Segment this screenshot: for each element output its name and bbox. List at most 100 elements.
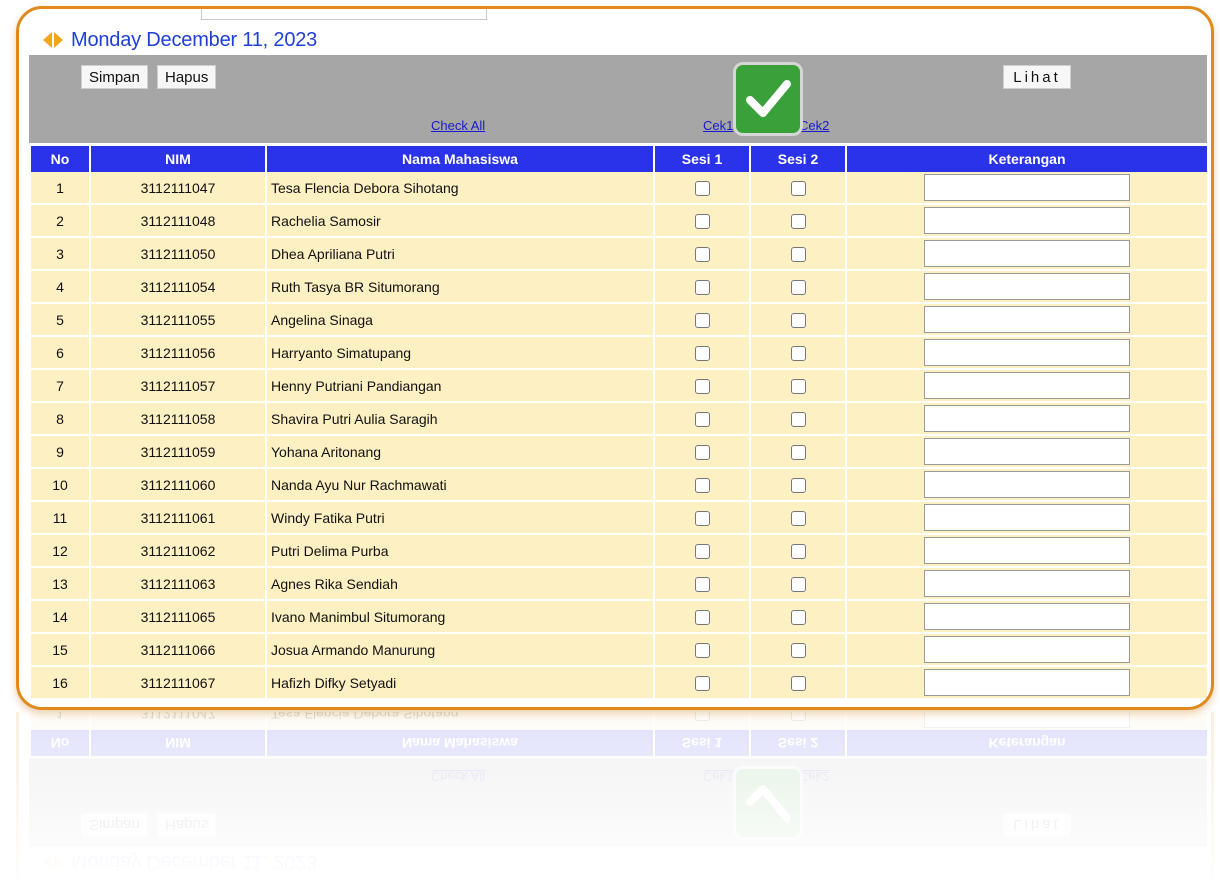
cell-sesi2 (751, 403, 845, 436)
keterangan-input[interactable] (924, 438, 1130, 465)
sesi1-checkbox[interactable] (694, 477, 710, 493)
cell-nim: 3112111050 (91, 238, 265, 271)
sesi2-checkbox[interactable] (790, 510, 806, 526)
sesi2-checkbox[interactable] (790, 543, 806, 559)
sesi2-checkbox[interactable] (790, 378, 806, 394)
cell-no: 16 (31, 667, 89, 700)
table-row: 14 3112111065 Ivano Manimbul Situmorang (31, 601, 1207, 634)
cell-nama: Shavira Putri Aulia Saragih (267, 403, 653, 436)
sesi2-checkbox[interactable] (790, 246, 806, 262)
cell-keterangan (847, 403, 1207, 436)
keterangan-input[interactable] (924, 405, 1130, 432)
cell-no: 14 (31, 601, 89, 634)
cell-sesi2 (751, 502, 845, 535)
keterangan-input[interactable] (924, 240, 1130, 267)
sesi1-checkbox[interactable] (694, 345, 710, 361)
next-arrow-icon[interactable] (54, 32, 63, 48)
keterangan-input[interactable] (924, 537, 1130, 564)
cell-nim: 3112111060 (91, 469, 265, 502)
keterangan-input[interactable] (924, 273, 1130, 300)
sesi1-checkbox[interactable] (694, 675, 710, 691)
table-row: 1 3112111047 Tesa Flencia Debora Sihotang (31, 172, 1207, 205)
sesi2-checkbox[interactable] (790, 576, 806, 592)
simpan-button[interactable]: Simpan (81, 65, 148, 89)
keterangan-input[interactable] (924, 339, 1130, 366)
hapus-button[interactable]: Hapus (157, 65, 217, 89)
sesi1-checkbox[interactable] (694, 246, 710, 262)
cell-nim: 3112111047 (91, 172, 265, 205)
prev-arrow-icon[interactable] (43, 32, 52, 48)
top-input[interactable] (201, 9, 487, 20)
cell-nim: 3112111061 (91, 502, 265, 535)
sesi2-checkbox[interactable] (790, 411, 806, 427)
sesi1-checkbox[interactable] (694, 510, 710, 526)
cell-sesi1 (655, 271, 749, 304)
cell-no: 13 (31, 568, 89, 601)
keterangan-input[interactable] (924, 372, 1130, 399)
sesi2-checkbox[interactable] (790, 180, 806, 196)
keterangan-input[interactable] (924, 174, 1130, 201)
sesi1-checkbox[interactable] (694, 180, 710, 196)
sesi2-checkbox[interactable] (790, 642, 806, 658)
cell-sesi2 (751, 535, 845, 568)
sesi1-checkbox[interactable] (694, 411, 710, 427)
cell-nim: 3112111055 (91, 304, 265, 337)
cell-keterangan (847, 205, 1207, 238)
check-all-link[interactable]: Check All (431, 118, 485, 133)
cell-no: 15 (31, 634, 89, 667)
cell-nim: 3112111057 (91, 370, 265, 403)
cell-nama: Hafizh Difky Setyadi (267, 667, 653, 700)
sesi1-checkbox[interactable] (694, 279, 710, 295)
cek2-link[interactable]: Cek2 (799, 118, 829, 133)
attendance-table: No NIM Nama Mahasiswa Sesi 1 Sesi 2 Kete… (29, 146, 1209, 700)
sesi1-checkbox[interactable] (694, 576, 710, 592)
sesi1-checkbox[interactable] (694, 213, 710, 229)
cell-sesi1 (655, 667, 749, 700)
col-keterangan: Keterangan (847, 146, 1207, 172)
nav-arrows-icon[interactable] (43, 32, 63, 48)
cell-keterangan (847, 634, 1207, 667)
cell-sesi1 (655, 403, 749, 436)
reflection-fade (16, 712, 1214, 896)
cell-sesi1 (655, 601, 749, 634)
col-nim: NIM (91, 146, 265, 172)
sesi2-checkbox[interactable] (790, 213, 806, 229)
sesi2-checkbox[interactable] (790, 345, 806, 361)
sesi1-checkbox[interactable] (694, 642, 710, 658)
keterangan-input[interactable] (924, 207, 1130, 234)
sesi1-checkbox[interactable] (694, 312, 710, 328)
attendance-panel: Monday December 11, 2023 Simpan Hapus Li… (16, 6, 1214, 710)
cell-no: 1 (31, 172, 89, 205)
cell-sesi1 (655, 469, 749, 502)
cek1-link[interactable]: Cek1 (703, 118, 733, 133)
keterangan-input[interactable] (924, 306, 1130, 333)
col-nama: Nama Mahasiswa (267, 146, 653, 172)
sesi2-checkbox[interactable] (790, 444, 806, 460)
keterangan-input[interactable] (924, 669, 1130, 696)
sesi1-checkbox[interactable] (694, 543, 710, 559)
cell-sesi2 (751, 172, 845, 205)
cell-nama: Ruth Tasya BR Situmorang (267, 271, 653, 304)
sesi2-checkbox[interactable] (790, 477, 806, 493)
sesi2-checkbox[interactable] (790, 279, 806, 295)
keterangan-input[interactable] (924, 471, 1130, 498)
keterangan-input[interactable] (924, 570, 1130, 597)
cell-nama: Dhea Apriliana Putri (267, 238, 653, 271)
cell-nama: Putri Delima Purba (267, 535, 653, 568)
cell-nama: Tesa Flencia Debora Sihotang (267, 172, 653, 205)
cell-nim: 3112111065 (91, 601, 265, 634)
keterangan-input[interactable] (924, 603, 1130, 630)
sesi1-checkbox[interactable] (694, 444, 710, 460)
lihat-button[interactable]: Lihat (1003, 65, 1071, 89)
sesi1-checkbox[interactable] (694, 609, 710, 625)
sesi2-checkbox[interactable] (790, 675, 806, 691)
cell-no: 7 (31, 370, 89, 403)
sesi2-checkbox[interactable] (790, 609, 806, 625)
table-row: 9 3112111059 Yohana Aritonang (31, 436, 1207, 469)
sesi1-checkbox[interactable] (694, 378, 710, 394)
keterangan-input[interactable] (924, 504, 1130, 531)
cell-keterangan (847, 667, 1207, 700)
date-header: Monday December 11, 2023 (43, 27, 317, 53)
sesi2-checkbox[interactable] (790, 312, 806, 328)
keterangan-input[interactable] (924, 636, 1130, 663)
